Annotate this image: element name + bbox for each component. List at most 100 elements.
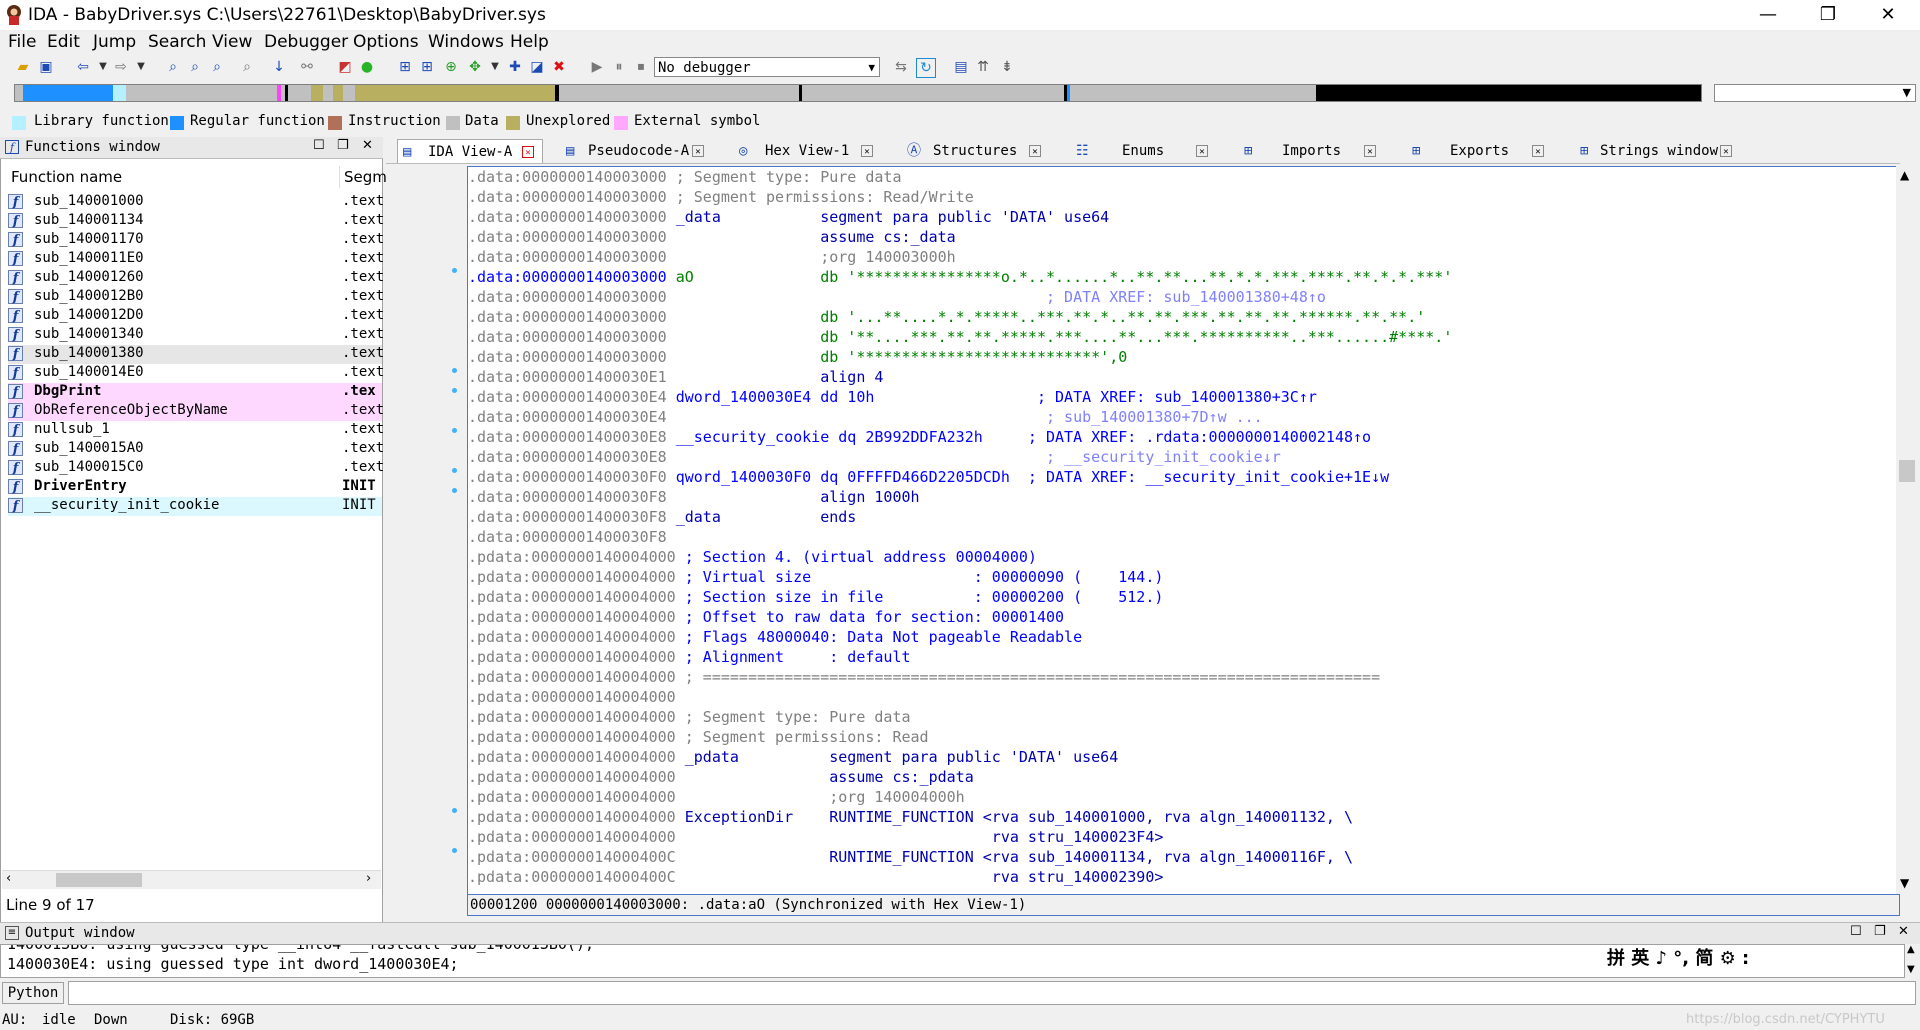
search-text-icon[interactable]: ⌕	[186, 58, 204, 76]
search-next-icon[interactable]: ⌕	[238, 58, 256, 76]
move-icon[interactable]: ✥	[466, 58, 484, 76]
disasm-line[interactable]: .data:0000000140003000 ; Segment type: P…	[468, 167, 902, 187]
add-node-icon[interactable]: ⊕	[442, 58, 460, 76]
menu-help[interactable]: Help	[510, 32, 549, 52]
disasm-line[interactable]: .pdata:0000000140004000 ; Segment permis…	[468, 727, 929, 747]
function-row[interactable]: f sub_1400012D0 .text	[8, 307, 384, 326]
output-window-body[interactable]: 1400013B0: using guessed type __int64 __…	[0, 944, 1905, 978]
restore-button[interactable]: ❐	[1800, 0, 1856, 30]
disasm-line[interactable]: .pdata:0000000140004000 ; Flags 48000040…	[468, 627, 1082, 647]
scroll-down-icon[interactable]: ▼	[1907, 964, 1915, 975]
function-row[interactable]: f nullsub_1 .text	[8, 421, 384, 440]
open-icon[interactable]: ▰	[14, 58, 32, 76]
disasm-line[interactable]: .pdata:0000000140004000 ; Section size i…	[468, 587, 1163, 607]
close-tab-icon[interactable]: ✕	[1029, 145, 1041, 157]
navigation-band[interactable]	[14, 84, 1702, 102]
close-tab-icon[interactable]: ✕	[692, 145, 704, 157]
breakpoint-list-icon[interactable]: ▤	[952, 58, 970, 76]
function-row[interactable]: f sub_1400012B0 .text	[8, 288, 384, 307]
function-row[interactable]: f sub_140001260 .text	[8, 269, 384, 288]
search-imm-icon[interactable]: ⌕	[208, 58, 226, 76]
function-row[interactable]: f sub_140001340 .text	[8, 326, 384, 345]
scroll-right-icon[interactable]: ›	[366, 871, 371, 886]
trace-icon[interactable]: ⇈	[974, 58, 992, 76]
tab-hex-view-1[interactable]: ◎ Hex View-1 ✕	[735, 139, 885, 163]
tab-structures[interactable]: Ⓐ Structures ✕	[905, 139, 1045, 163]
restore-pane-icon[interactable]: ❐	[1874, 924, 1886, 939]
cross-ref-icon[interactable]: ⚯	[298, 58, 316, 76]
function-row[interactable]: f sub_140001134 .text	[8, 212, 384, 231]
tab-ida-view-a[interactable]: ▤ IDA View-A ✕	[397, 139, 543, 163]
output-vscrollbar[interactable]: ▲ ▼	[1905, 944, 1920, 978]
float-icon[interactable]: ☐	[313, 138, 325, 153]
move-dropdown-icon[interactable]: ▼	[486, 58, 504, 76]
layout-icon[interactable]: ◪	[528, 58, 546, 76]
tab-strings-window[interactable]: ⊞ Strings window ✕	[1578, 139, 1738, 163]
disasm-line[interactable]: .data:0000000140003000 db '**....***.**.…	[468, 327, 1452, 347]
disasm-line[interactable]: .pdata:0000000140004000 _pdata segment p…	[468, 747, 1118, 767]
close-tab-icon[interactable]: ✕	[1196, 145, 1208, 157]
close-pane-icon[interactable]: ✕	[362, 138, 373, 153]
function-row[interactable]: f sub_1400014E0 .text	[8, 364, 384, 383]
stop-icon[interactable]: ⏹	[632, 58, 650, 76]
menu-options[interactable]: Options	[353, 32, 419, 52]
disasm-line[interactable]: .pdata:0000000140004000 ExceptionDir RUN…	[468, 807, 1353, 827]
navigation-band-dropdown[interactable]: ▼	[1714, 84, 1916, 102]
close-tab-icon[interactable]: ✕	[1364, 145, 1376, 157]
column-segment[interactable]: Segm	[344, 168, 387, 186]
function-row-selected[interactable]: f sub_140001380 .text	[8, 345, 384, 364]
disasm-line[interactable]: .pdata:0000000140004000 ; Segment type: …	[468, 707, 911, 727]
flowchart-icon[interactable]: ⊞	[418, 58, 436, 76]
disasm-line[interactable]: .data:0000000140003000 assume cs:_data	[468, 227, 956, 247]
column-function-name[interactable]: Function name	[11, 168, 122, 186]
minimize-button[interactable]: —	[1740, 0, 1796, 30]
float-icon[interactable]: ☐	[1850, 924, 1862, 939]
forward-icon[interactable]: ⇨	[112, 58, 130, 76]
disassembly-view[interactable]: .data:0000000140003000 ; Segment type: P…	[467, 166, 1900, 896]
forward-dropdown-icon[interactable]: ▼	[132, 58, 150, 76]
tab-pseudocode-a[interactable]: ▤ Pseudocode-A ✕	[560, 139, 710, 163]
back-dropdown-icon[interactable]: ▼	[94, 58, 112, 76]
close-tab-icon[interactable]: ✕	[1720, 145, 1732, 157]
step-icon[interactable]: ⇆	[892, 58, 910, 76]
disasm-line[interactable]: .data:00000001400030F8 _data ends	[468, 507, 856, 527]
menu-windows[interactable]: Windows	[428, 32, 504, 52]
disasm-line[interactable]: .data:0000000140003000 ;org 140003000h	[468, 247, 956, 267]
close-tab-icon[interactable]: ✕	[1532, 145, 1544, 157]
delete-icon[interactable]: ✖	[550, 58, 568, 76]
function-row[interactable]: f sub_140001000 .text	[8, 193, 384, 212]
python-button[interactable]: Python	[2, 982, 64, 1004]
function-row[interactable]: f sub_140001170 .text	[8, 231, 384, 250]
pause-icon[interactable]: ⏸	[610, 58, 628, 76]
restore-pane-icon[interactable]: ❐	[337, 138, 349, 153]
function-row[interactable]: f sub_1400015A0 .text	[8, 440, 384, 459]
disasm-line[interactable]: .pdata:000000014000400C RUNTIME_FUNCTION…	[468, 847, 1353, 867]
disasm-line[interactable]: .data:0000000140003000 db '*************…	[468, 347, 1127, 367]
tracing-options-icon[interactable]: ⇟	[998, 58, 1016, 76]
disasm-line[interactable]: .pdata:0000000140004000	[468, 687, 676, 707]
debugger-select[interactable]: No debugger ▼	[654, 57, 880, 77]
scroll-thumb[interactable]	[56, 873, 142, 887]
disasm-line[interactable]: .pdata:0000000140004000 ; Offset to raw …	[468, 607, 1064, 627]
run-icon[interactable]: ▶	[588, 58, 606, 76]
green-circle-icon[interactable]: ●	[358, 58, 376, 76]
functions-hscrollbar[interactable]: ‹ ›	[2, 870, 381, 889]
back-icon[interactable]: ⇦	[74, 58, 92, 76]
pin-icon[interactable]: ✚	[506, 58, 524, 76]
save-icon[interactable]: ▣	[37, 58, 55, 76]
disasm-line[interactable]: .pdata:0000000140004000 ; ==============…	[468, 667, 1380, 687]
tab-enums[interactable]: ☷ Enums ✕	[1074, 139, 1214, 163]
close-button[interactable]: ✕	[1860, 0, 1916, 30]
disasm-line[interactable]: .data:0000000140003000 db '...**....*.*.…	[468, 307, 1425, 327]
close-tab-icon[interactable]: ✕	[522, 146, 534, 158]
ime-toolbar[interactable]: 拼 英 ♪ °, 简 ⚙ :	[1607, 945, 1797, 975]
close-pane-icon[interactable]: ✕	[1898, 924, 1909, 939]
function-row[interactable]: f ObReferenceObjectByName .text	[8, 402, 384, 421]
menu-jump[interactable]: Jump	[93, 32, 136, 52]
disasm-line[interactable]: .data:00000001400030F8 align 1000h	[468, 487, 920, 507]
disasm-line[interactable]: .data:00000001400030E8 ; __security_init…	[468, 447, 1281, 467]
close-tab-icon[interactable]: ✕	[861, 145, 873, 157]
disasm-line[interactable]: .data:00000001400030F8	[468, 527, 667, 547]
function-row[interactable]: f sub_1400011E0 .text	[8, 250, 384, 269]
disasm-line[interactable]: .data:00000001400030F0 qword_1400030F0 d…	[468, 467, 1389, 487]
